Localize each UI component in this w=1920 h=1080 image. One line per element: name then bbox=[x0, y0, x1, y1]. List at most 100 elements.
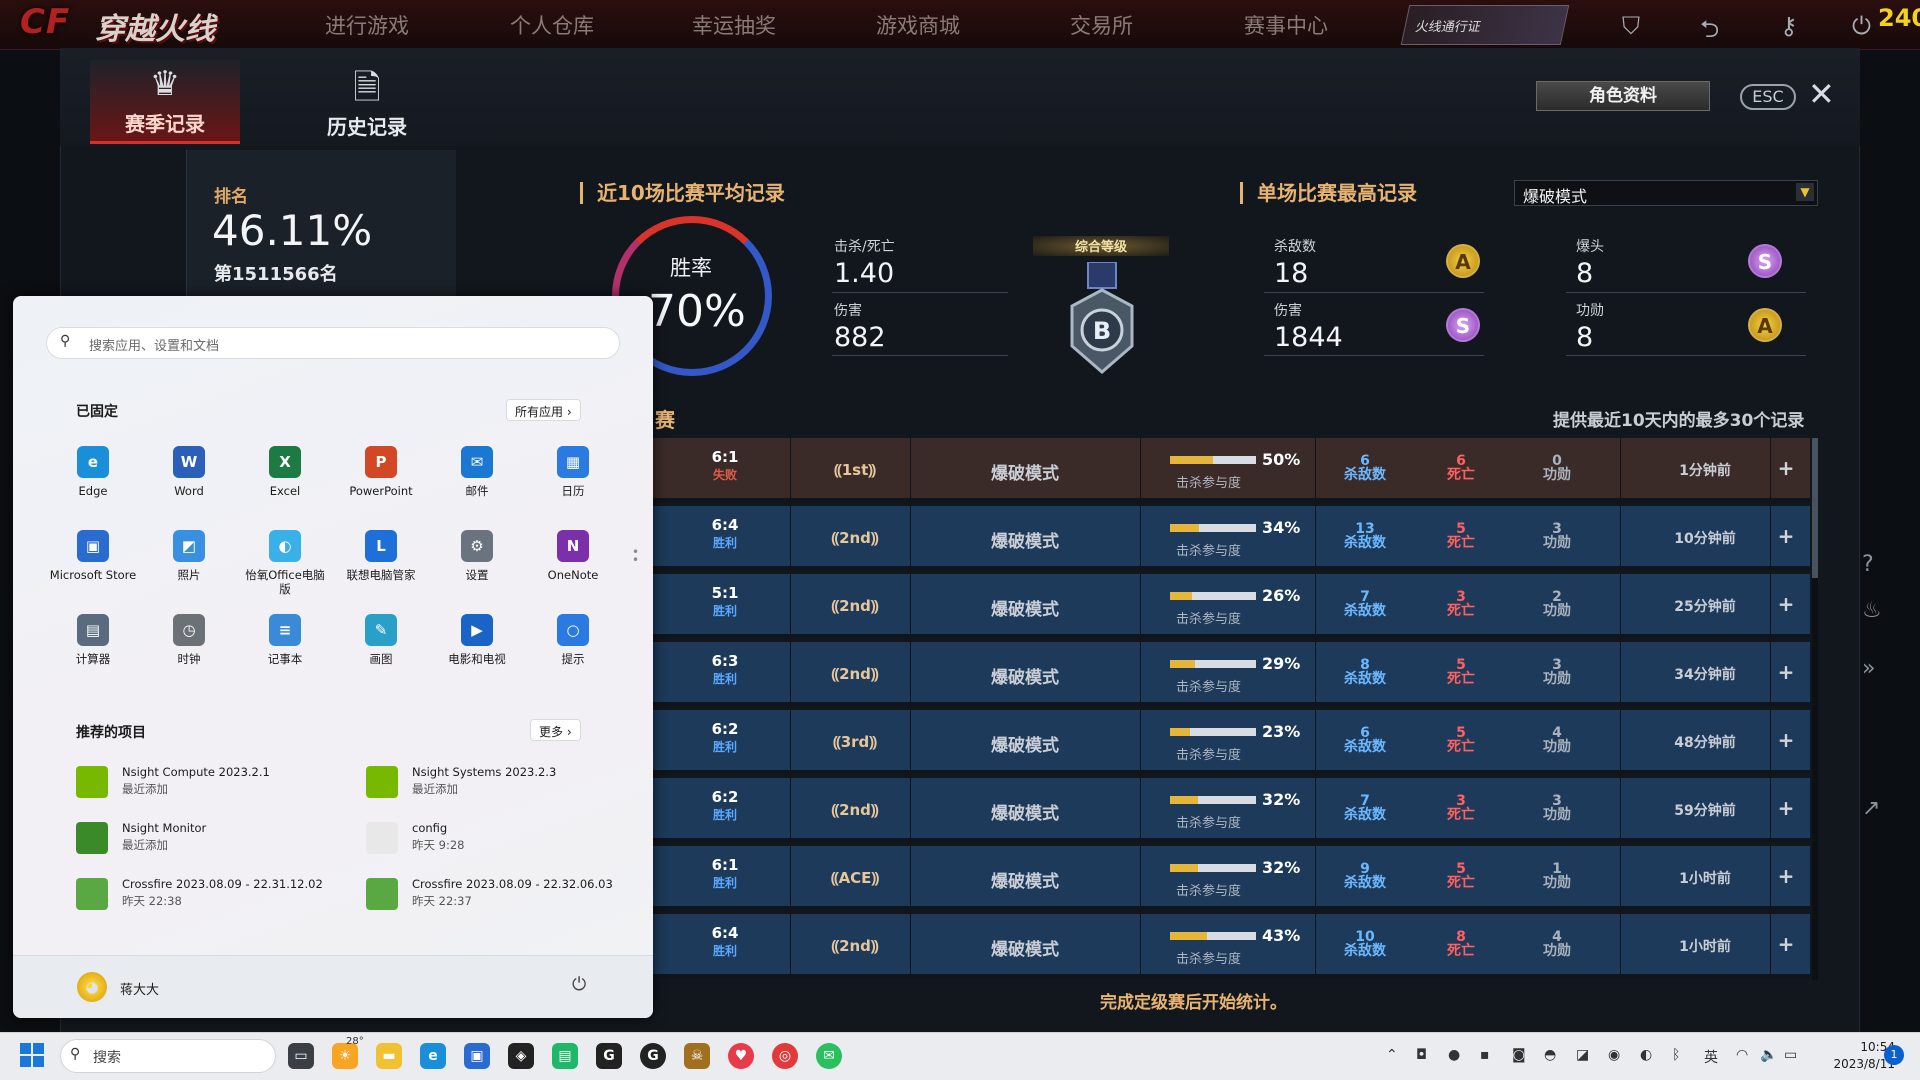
bluetooth-icon[interactable]: ᛒ bbox=[1672, 1047, 1680, 1063]
scrollbar-thumb[interactable] bbox=[1812, 438, 1818, 578]
nav-item-5[interactable]: 赛事中心 bbox=[1244, 10, 1328, 40]
crossfire-icon[interactable]: ☠ bbox=[684, 1043, 710, 1069]
power-icon[interactable]: ⏻ bbox=[572, 974, 586, 995]
app-icon[interactable]: G bbox=[596, 1043, 622, 1069]
chevron-up-icon[interactable]: ⌃ bbox=[1386, 1047, 1398, 1063]
start-search-input[interactable]: 搜索应用、设置和文档 bbox=[46, 327, 620, 359]
close-icon[interactable]: ✕ bbox=[1808, 78, 1835, 110]
expand-row-icon[interactable]: + bbox=[1776, 728, 1796, 752]
tray-app-icon[interactable]: ◐ bbox=[1640, 1047, 1652, 1063]
app-icon[interactable]: ◎ bbox=[772, 1043, 798, 1069]
task-view-icon[interactable]: ▭ bbox=[288, 1043, 314, 1069]
pinned-app[interactable]: ◐ 怡氧Office电脑版 bbox=[240, 530, 330, 596]
expand-row-icon[interactable]: + bbox=[1776, 864, 1796, 888]
pinned-app[interactable]: ○ 提示 bbox=[528, 614, 618, 666]
recommended-item[interactable]: Nsight Compute 2023.2.1 最近添加 bbox=[76, 762, 356, 806]
gift-icon[interactable]: ♨ bbox=[1862, 598, 1882, 623]
nav-item-4[interactable]: 交易所 bbox=[1070, 10, 1133, 40]
expand-row-icon[interactable]: + bbox=[1776, 524, 1796, 548]
store-icon[interactable]: ▣ bbox=[464, 1043, 490, 1069]
pinned-app[interactable]: ▦ 日历 bbox=[528, 446, 618, 498]
external-link-icon[interactable]: ↗ bbox=[1862, 796, 1880, 821]
recommended-item[interactable]: Nsight Monitor 最近添加 bbox=[76, 818, 356, 862]
wifi-icon[interactable]: ◠ bbox=[1736, 1047, 1748, 1063]
pinned-app[interactable]: ✉ 邮件 bbox=[432, 446, 522, 498]
nav-item-1[interactable]: 个人仓库 bbox=[510, 10, 594, 40]
all-apps-button[interactable]: 所有应用 › bbox=[506, 399, 581, 421]
volume-icon[interactable]: 🔈 bbox=[1760, 1047, 1777, 1063]
nav-item-0[interactable]: 进行游戏 bbox=[325, 10, 409, 40]
tray-app-icon[interactable]: ◓ bbox=[1544, 1047, 1556, 1063]
pinned-app[interactable]: ⚙ 设置 bbox=[432, 530, 522, 582]
more-button[interactable]: 更多 › bbox=[530, 719, 581, 741]
tray-app-icon[interactable]: ● bbox=[1448, 1047, 1460, 1063]
ime-indicator[interactable]: 英 bbox=[1704, 1047, 1718, 1067]
esc-button[interactable]: ESC bbox=[1740, 84, 1796, 110]
pinned-app[interactable]: ▤ 计算器 bbox=[48, 614, 138, 666]
wechat-icon[interactable]: ✉ bbox=[816, 1043, 842, 1069]
pass-banner[interactable]: 火线通行证 bbox=[1400, 5, 1570, 45]
expand-row-icon[interactable]: + bbox=[1776, 660, 1796, 684]
pinned-app[interactable]: P PowerPoint bbox=[336, 446, 426, 498]
pinned-app[interactable]: ✎ 画图 bbox=[336, 614, 426, 666]
table-row[interactable]: 6:4 胜利 ⸨2nd⸩ 爆破模式 34% 击杀参与度 13 杀敌数 5 死亡 3 功勋 10分钟前 + bbox=[650, 506, 1810, 570]
expand-row-icon[interactable]: + bbox=[1776, 456, 1796, 480]
table-row[interactable]: 6:2 胜利 ⸨3rd⸩ 爆破模式 23% 击杀参与度 6 杀敌数 5 死亡 4 功勋 48分钟前 + bbox=[650, 710, 1810, 774]
pinned-app[interactable]: X Excel bbox=[240, 446, 330, 498]
pinned-app[interactable]: L 联想电脑管家 bbox=[336, 530, 426, 582]
pinned-app[interactable]: ◩ 照片 bbox=[144, 530, 234, 582]
user-name[interactable]: 蒋大大 bbox=[120, 979, 159, 998]
tab-season-record[interactable]: ♛ 赛季记录 bbox=[90, 60, 240, 144]
app-icon[interactable]: G bbox=[640, 1043, 666, 1069]
notification-badge[interactable]: 1 bbox=[1884, 1045, 1904, 1065]
nav-item-3[interactable]: 游戏商城 bbox=[876, 10, 960, 40]
pinned-app[interactable]: ≡ 记事本 bbox=[240, 614, 330, 666]
pinned-app[interactable]: W Word bbox=[144, 446, 234, 498]
recommended-item[interactable]: config 昨天 9:28 bbox=[366, 818, 646, 862]
recommended-item[interactable]: Crossfire 2023.08.09 - 22.32.06.03 昨天 22:… bbox=[366, 874, 646, 918]
expand-row-icon[interactable]: + bbox=[1776, 796, 1796, 820]
mode-select[interactable]: 爆破模式 bbox=[1514, 180, 1818, 206]
character-profile-button[interactable]: 角色资料 bbox=[1536, 81, 1710, 111]
battery-icon[interactable]: ▭ bbox=[1784, 1047, 1797, 1063]
table-row[interactable]: 5:1 胜利 ⸨2nd⸩ 爆破模式 26% 击杀参与度 7 杀敌数 3 死亡 2 功勋 25分钟前 + bbox=[650, 574, 1810, 638]
expand-row-icon[interactable]: + bbox=[1776, 592, 1796, 616]
shield-icon[interactable]: ⛉ bbox=[1622, 12, 1640, 40]
expand-icon[interactable]: » bbox=[1862, 656, 1875, 681]
pinned-app[interactable]: e Edge bbox=[48, 446, 138, 498]
tab-history-record[interactable]: 🗎 历史记录 bbox=[292, 60, 442, 144]
pinned-app[interactable]: N OneNote bbox=[528, 530, 618, 582]
help-icon[interactable]: ? bbox=[1862, 552, 1874, 577]
recommended-item[interactable]: Crossfire 2023.08.09 - 22.31.12.02 昨天 22:… bbox=[76, 874, 356, 918]
tray-app-icon[interactable]: ◪ bbox=[1576, 1047, 1589, 1063]
app-icon[interactable]: ◈ bbox=[508, 1043, 534, 1069]
chevron-down-icon[interactable]: ▼ bbox=[1796, 183, 1814, 201]
file-explorer-icon[interactable]: ▬ bbox=[376, 1043, 402, 1069]
expand-row-icon[interactable]: + bbox=[1776, 932, 1796, 956]
page-dots[interactable]: • • bbox=[632, 546, 639, 566]
nav-item-2[interactable]: 幸运抽奖 bbox=[692, 10, 776, 40]
app-icon[interactable]: ▤ bbox=[552, 1043, 578, 1069]
pinned-app[interactable]: ▣ Microsoft Store bbox=[48, 530, 138, 582]
tray-app-icon[interactable]: ◉ bbox=[1608, 1047, 1620, 1063]
table-row[interactable]: 6:3 胜利 ⸨2nd⸩ 爆破模式 29% 击杀参与度 8 杀敌数 5 死亡 3 功勋 34分钟前 + bbox=[650, 642, 1810, 706]
table-row[interactable]: 6:1 失败 ⸨1st⸩ 爆破模式 50% 击杀参与度 6 杀敌数 6 死亡 0 功勋 1分钟前 + bbox=[650, 438, 1810, 502]
power-icon[interactable]: ⏻ bbox=[1852, 12, 1871, 40]
clock-date[interactable]: 2023/8/11 bbox=[1815, 1057, 1895, 1071]
tray-app-icon[interactable]: ▪ bbox=[1480, 1047, 1490, 1063]
recommended-item[interactable]: Nsight Systems 2023.2.3 最近添加 bbox=[366, 762, 646, 806]
windows-start-icon[interactable] bbox=[20, 1043, 44, 1067]
key-icon[interactable]: ⚷ bbox=[1780, 12, 1798, 40]
return-icon[interactable]: ⮌ bbox=[1700, 12, 1719, 53]
tray-app-icon[interactable]: ◙ bbox=[1512, 1047, 1526, 1063]
tray-app-icon[interactable]: ◘ bbox=[1416, 1047, 1427, 1063]
taskbar-search[interactable]: 搜索 bbox=[60, 1039, 276, 1073]
table-row[interactable]: 6:2 胜利 ⸨2nd⸩ 爆破模式 32% 击杀参与度 7 杀敌数 3 死亡 3 功勋 59分钟前 + bbox=[650, 778, 1810, 842]
table-row[interactable]: 6:1 胜利 ⸨ACE⸩ 爆破模式 32% 击杀参与度 9 杀敌数 5 死亡 1 功勋 1小时前 + bbox=[650, 846, 1810, 910]
avatar[interactable]: ◕ bbox=[77, 972, 107, 1002]
edge-icon[interactable]: e bbox=[420, 1043, 446, 1069]
table-row[interactable]: 6:4 胜利 ⸨2nd⸩ 爆破模式 43% 击杀参与度 10 杀敌数 8 死亡 4 功勋 1小时前 + bbox=[650, 914, 1810, 978]
pinned-app[interactable]: ▶ 电影和电视 bbox=[432, 614, 522, 666]
app-icon[interactable]: ♥ bbox=[728, 1043, 754, 1069]
pinned-app[interactable]: ◷ 时钟 bbox=[144, 614, 234, 666]
